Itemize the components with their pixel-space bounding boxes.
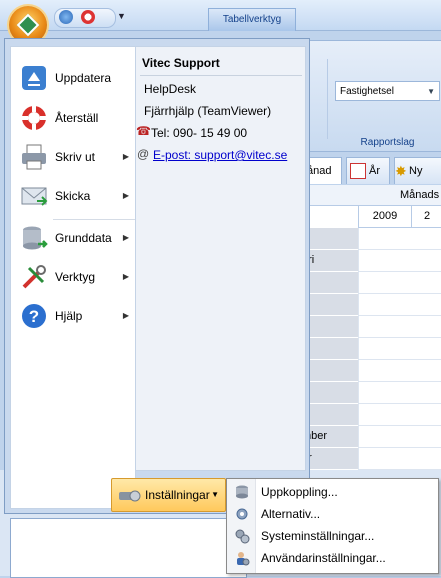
options-gear-icon xyxy=(236,508,248,520)
new-star-icon: ✸ xyxy=(395,163,407,180)
menu-item-user-settings[interactable]: Användarinställningar... xyxy=(227,547,438,569)
menu-item-options[interactable]: Alternativ... xyxy=(227,503,438,525)
database-icon xyxy=(23,226,48,250)
submenu-arrow-icon: ▶ xyxy=(122,311,129,320)
menu-item-send[interactable]: Skicka ▶ xyxy=(11,177,135,215)
tools-icon xyxy=(22,265,46,289)
settings-tools-icon xyxy=(119,490,141,502)
calendar-icon xyxy=(350,163,366,180)
at-sign-icon: @ xyxy=(137,147,150,161)
ribbon-group-label: Rapportslag xyxy=(360,137,415,148)
submenu-arrow-icon: ▶ xyxy=(122,233,129,242)
grid-cell[interactable] xyxy=(358,448,441,470)
grid-header-label: Månads xyxy=(400,189,440,201)
grid-cell[interactable] xyxy=(358,250,441,272)
submenu-arrow-icon: ▶ xyxy=(122,152,129,161)
tab-year-label: År xyxy=(369,165,380,177)
menu-item-label: Grunddata xyxy=(55,231,112,245)
report-type-value: Fastighetsel xyxy=(340,86,394,97)
support-title: Vitec Support xyxy=(142,56,220,70)
support-helpdesk[interactable]: HelpDesk xyxy=(144,82,196,96)
orb-logo-icon xyxy=(16,13,40,37)
grid-cell[interactable] xyxy=(358,382,441,404)
menu-item-print[interactable]: Skriv ut ▶ xyxy=(11,138,135,176)
view-tabs: ånad År ✸ Ny xyxy=(300,155,441,185)
quick-access-toolbar xyxy=(54,8,116,28)
grid-header: Månads xyxy=(300,185,441,206)
system-settings-icon xyxy=(235,529,250,544)
phone-icon: ☎ xyxy=(136,124,151,138)
settings-button[interactable]: Inställningar ▼ xyxy=(111,478,226,512)
refresh-icon[interactable] xyxy=(59,10,73,24)
menu-item-label: Skriv ut xyxy=(55,150,96,164)
menu-item-label: Skicka xyxy=(55,189,91,203)
submenu-arrow-icon: ▶ xyxy=(122,272,129,281)
lifebuoy-icon xyxy=(22,106,46,130)
settings-button-label: Inställningar xyxy=(145,488,210,502)
menu-item-base-data[interactable]: Grunddata ▶ xyxy=(11,219,135,257)
help-icon: ? xyxy=(22,304,46,328)
support-remote-help[interactable]: Fjärrhjälp (TeamViewer) xyxy=(144,104,271,118)
database-connection-icon xyxy=(236,485,248,499)
submenu-arrow-icon: ▶ xyxy=(122,191,129,200)
grid-cell[interactable] xyxy=(358,316,441,338)
support-panel: Vitec Support HelpDesk Fjärrhjälp (TeamV… xyxy=(136,46,306,471)
tab-new-label: Ny xyxy=(409,165,423,177)
support-phone: Tel: 090- 15 49 00 xyxy=(151,126,248,140)
grid-cell[interactable] xyxy=(358,228,441,250)
svg-text:?: ? xyxy=(29,307,39,326)
support-separator xyxy=(140,75,302,76)
grid-cell[interactable] xyxy=(358,272,441,294)
content-pane xyxy=(10,518,247,578)
menu-item-tools[interactable]: Verktyg ▶ xyxy=(11,258,135,296)
column-header-2009[interactable]: 2009 xyxy=(358,205,411,228)
data-grid: Månads 2009 2 iaritimberermber xyxy=(300,185,441,505)
grid-cell[interactable] xyxy=(358,360,441,382)
support-email-link[interactable]: E-post: support@vitec.se xyxy=(153,148,287,162)
grid-cell[interactable] xyxy=(358,294,441,316)
menu-item-label: Uppkoppling... xyxy=(261,485,338,499)
lifebuoy-icon[interactable] xyxy=(81,10,95,24)
menu-item-system-settings[interactable]: Systeminställningar... xyxy=(227,525,438,547)
menu-item-label: Verktyg xyxy=(55,270,96,284)
menu-item-update[interactable]: Uppdatera xyxy=(11,59,135,97)
menu-item-label: Hjälp xyxy=(55,309,83,323)
settings-dropdown-menu: Uppkoppling... Alternativ... Systeminstä… xyxy=(226,478,439,574)
user-settings-icon xyxy=(237,552,250,566)
application-menu: Uppdatera Återställ Skriv ut ▶ Skicka ▶ … xyxy=(4,38,310,514)
menu-item-label: Systeminställningar... xyxy=(261,529,375,543)
application-menu-items: Uppdatera Återställ Skriv ut ▶ Skicka ▶ … xyxy=(10,46,136,509)
report-type-select[interactable]: Fastighetsel ▼ xyxy=(335,81,440,101)
menu-item-label: Uppdatera xyxy=(55,71,112,85)
title-bar: ▼ Tabellverktyg xyxy=(0,0,441,31)
tab-new[interactable]: ✸ Ny xyxy=(394,157,441,184)
menu-item-restore[interactable]: Återställ xyxy=(11,99,135,137)
menu-item-label: Användarinställningar... xyxy=(261,551,386,565)
envelope-icon xyxy=(21,187,48,206)
refresh-icon xyxy=(22,66,46,90)
menu-item-help[interactable]: ? Hjälp ▶ xyxy=(11,297,135,335)
menu-item-label: Återställ xyxy=(55,111,99,125)
ribbon-panel: Fastighetsel ▼ Rapportslag xyxy=(300,40,441,152)
grid-cell[interactable] xyxy=(358,338,441,360)
menu-item-label: Alternativ... xyxy=(261,507,321,521)
grid-cell[interactable] xyxy=(358,404,441,426)
context-tab[interactable]: Tabellverktyg xyxy=(208,8,296,31)
grid-cell[interactable] xyxy=(358,426,441,448)
ribbon-separator xyxy=(327,59,328,139)
column-header-next[interactable]: 2 xyxy=(411,205,441,228)
printer-icon xyxy=(22,144,46,170)
customize-toolbar-arrow[interactable]: ▼ xyxy=(117,11,126,21)
menu-item-connection[interactable]: Uppkoppling... xyxy=(227,481,438,503)
chevron-down-icon: ▼ xyxy=(427,87,435,96)
chevron-down-icon: ▼ xyxy=(211,490,219,499)
tab-year[interactable]: År xyxy=(346,157,390,184)
